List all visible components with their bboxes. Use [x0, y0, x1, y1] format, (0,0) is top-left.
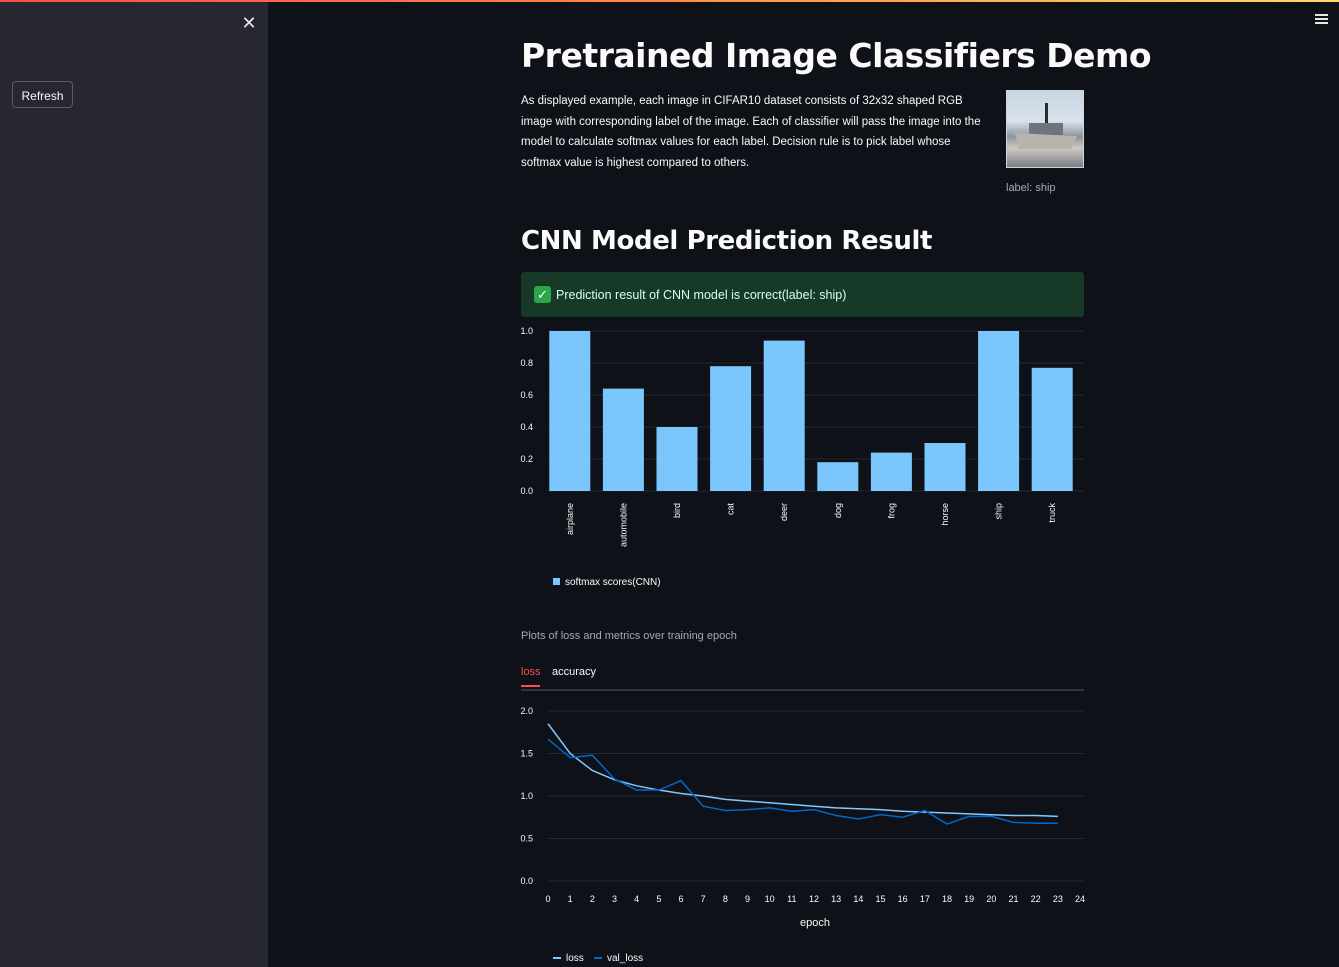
bar-x-tick-label: truck	[1047, 503, 1057, 523]
bar-x-tick-label: frog	[886, 503, 896, 519]
bar-dog	[817, 462, 859, 491]
bar-airplane	[549, 331, 591, 491]
line-x-tick-label: 7	[701, 894, 706, 904]
bar-y-tick-label: 0.0	[520, 486, 533, 496]
line-x-tick-label: 10	[765, 894, 775, 904]
bar-x-tick-label: automobile	[618, 503, 628, 547]
bar-horse	[924, 443, 966, 491]
ship-sample-image	[1006, 90, 1084, 168]
bar-truck	[1031, 367, 1073, 491]
line-x-tick-label: 3	[612, 894, 617, 904]
line-legend-label: val_loss	[607, 953, 643, 964]
close-sidebar-icon[interactable]: ✕	[240, 14, 258, 32]
bar-y-tick-label: 0.6	[520, 390, 533, 400]
line-x-tick-label: 2	[590, 894, 595, 904]
tab-accuracy-label: accuracy	[552, 666, 597, 678]
bar-x-tick-label: ship	[994, 503, 1004, 520]
image-caption: label: ship	[1006, 182, 1056, 194]
plot-tabs: loss accuracy	[521, 664, 1084, 691]
line-x-tick-label: 16	[898, 894, 908, 904]
line-x-tick-label: 11	[787, 894, 796, 904]
bar-legend-swatch	[553, 578, 560, 585]
line-x-tick-label: 13	[831, 894, 841, 904]
line-x-tick-label: 0	[545, 894, 550, 904]
line-x-tick-label: 4	[634, 894, 639, 904]
line-x-tick-label: 12	[809, 894, 819, 904]
line-x-tick-label: 18	[942, 894, 952, 904]
line-x-tick-label: 8	[723, 894, 728, 904]
line-x-axis-label: epoch	[800, 917, 830, 929]
line-x-tick-label: 19	[964, 894, 974, 904]
line-x-tick-label: 22	[1031, 894, 1041, 904]
line-x-tick-label: 23	[1053, 894, 1063, 904]
tab-loss-label: loss	[521, 666, 541, 678]
line-y-tick-label: 0.0	[520, 876, 533, 886]
line-series-loss	[547, 723, 1058, 818]
section-title: CNN Model Prediction Result	[521, 226, 932, 256]
bar-ship	[978, 331, 1020, 491]
hamburger-menu-icon[interactable]	[1315, 14, 1328, 24]
bar-x-tick-label: dog	[833, 503, 843, 518]
bar-y-tick-label: 0.8	[520, 358, 533, 368]
bar-frog	[870, 452, 912, 491]
success-text: Prediction result of CNN model is correc…	[556, 287, 847, 302]
bar-y-tick-label: 0.2	[520, 454, 533, 464]
line-x-tick-label: 6	[678, 894, 683, 904]
bar-bird	[656, 427, 698, 491]
line-x-tick-label: 1	[568, 894, 573, 904]
tab-loss[interactable]: loss	[521, 666, 541, 687]
bar-y-tick-label: 0.4	[520, 422, 533, 432]
bar-automobile	[602, 388, 644, 491]
bar-deer	[763, 340, 805, 491]
refresh-button[interactable]: Refresh	[12, 81, 73, 108]
line-y-tick-label: 1.5	[520, 749, 533, 759]
intro-text: As displayed example, each image in CIFA…	[521, 95, 981, 169]
page-title: Pretrained Image Classifiers Demo	[521, 36, 1152, 75]
bar-x-tick-label: cat	[726, 503, 736, 516]
line-x-tick-label: 24	[1075, 894, 1085, 904]
line-y-tick-label: 2.0	[520, 706, 533, 716]
line-x-tick-label: 5	[656, 894, 661, 904]
bar-x-tick-label: bird	[672, 503, 682, 518]
sidebar: ✕ Refresh	[0, 2, 268, 967]
bar-y-tick-label: 1.0	[520, 326, 533, 336]
line-series-val_loss	[547, 738, 1058, 825]
line-y-tick-label: 1.0	[520, 791, 533, 801]
bar-legend-label: softmax scores(CNN)	[565, 577, 661, 588]
line-y-tick-label: 0.5	[520, 834, 533, 844]
line-legend-label: loss	[566, 953, 584, 964]
line-x-tick-label: 15	[875, 894, 885, 904]
line-x-tick-label: 17	[920, 894, 930, 904]
line-x-tick-label: 14	[853, 894, 863, 904]
bar-x-tick-label: airplane	[565, 503, 575, 535]
bar-x-tick-label: horse	[940, 503, 950, 526]
line-x-tick-label: 9	[745, 894, 750, 904]
line-x-tick-label: 20	[986, 894, 996, 904]
success-alert: ✓ Prediction result of CNN model is corr…	[521, 272, 1084, 317]
active-tab-indicator	[521, 685, 540, 687]
check-mark-icon: ✓	[534, 286, 551, 303]
plots-caption: Plots of loss and metrics over training …	[521, 630, 737, 642]
tab-accuracy[interactable]: accuracy	[552, 666, 596, 678]
bar-cat	[710, 366, 752, 491]
line-x-tick-label: 21	[1008, 894, 1018, 904]
bar-x-tick-label: deer	[779, 503, 789, 521]
